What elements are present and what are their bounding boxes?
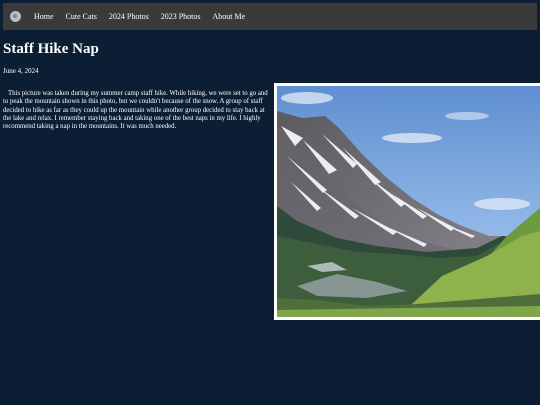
nav-link-2024-photos[interactable]: 2024 Photos	[109, 12, 149, 21]
nav-link-cute-cats[interactable]: Cute Cats	[66, 12, 97, 21]
nav-link-2023-photos[interactable]: 2023 Photos	[161, 12, 201, 21]
site-logo-icon[interactable]	[10, 11, 21, 22]
mountain-photo-image	[277, 86, 540, 317]
mountain-photo	[274, 83, 540, 320]
nav-link-home[interactable]: Home	[34, 12, 54, 21]
post-date: June 4, 2024	[3, 67, 39, 75]
top-navbar: Home Cute Cats 2024 Photos 2023 Photos A…	[3, 3, 537, 30]
nav-link-about-me[interactable]: About Me	[213, 12, 246, 21]
page-title: Staff Hike Nap	[3, 41, 99, 57]
post-body-text: This picture was taken during my summer …	[3, 90, 268, 131]
